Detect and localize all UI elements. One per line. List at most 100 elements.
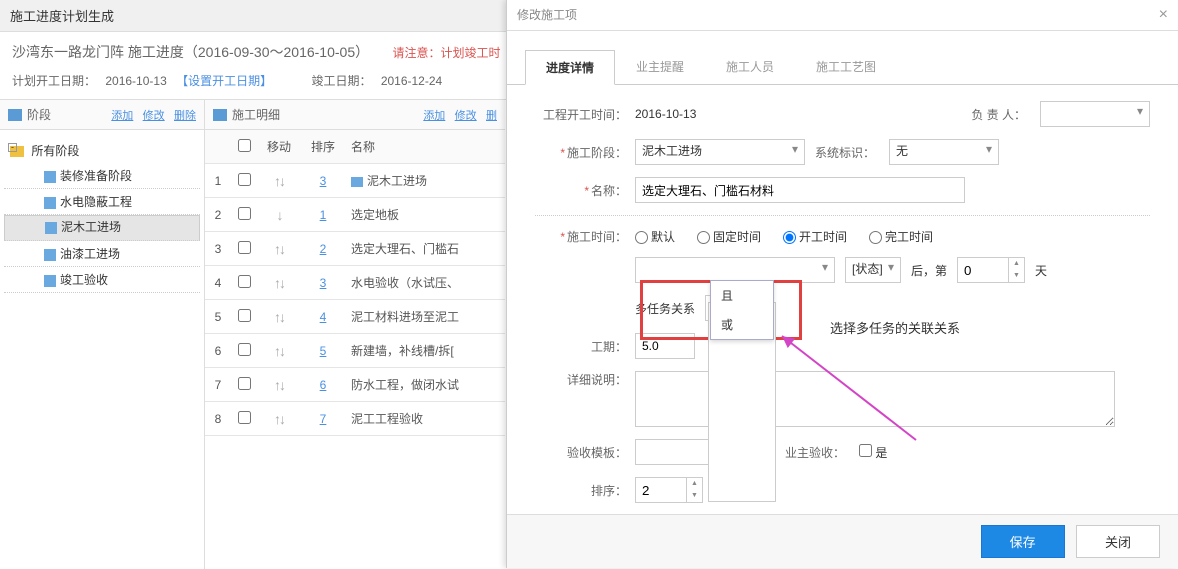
row-sort-link[interactable]: 1	[320, 208, 327, 222]
row-checkbox[interactable]	[238, 275, 251, 288]
move-arrows-icon[interactable]: ↓	[277, 207, 282, 223]
tab-owner-remind[interactable]: 业主提醒	[615, 49, 705, 84]
table-row[interactable]: 6↑↓5新建墙，补线槽/拆[	[205, 334, 505, 368]
row-checkbox[interactable]	[238, 241, 251, 254]
edit-dialog: 修改施工项 × 进度详情 业主提醒 施工人员 施工工艺图 工程开工时间： 201…	[506, 0, 1178, 568]
stage-icon	[45, 222, 57, 234]
row-checkbox[interactable]	[238, 173, 251, 186]
row-checkbox[interactable]	[238, 377, 251, 390]
multi-task-label: 多任务关系	[635, 300, 695, 317]
table-row[interactable]: 1 ↑↓ 3 泥木工进场	[205, 164, 505, 198]
row-sort-link[interactable]: 2	[320, 242, 327, 256]
step-down-icon[interactable]: ▼	[687, 490, 702, 502]
row-checkbox[interactable]	[238, 343, 251, 356]
owner-accept-checkbox[interactable]: 是	[859, 444, 887, 461]
time-opt-fixed[interactable]: 固定时间	[697, 228, 761, 245]
sysid-select[interactable]: 无▾	[889, 139, 999, 165]
move-arrows-icon[interactable]: ↑↓	[274, 377, 284, 393]
col-sort: 排序	[301, 130, 345, 164]
tree-root[interactable]: - 所有阶段	[4, 138, 200, 163]
select-all-checkbox[interactable]	[238, 139, 251, 152]
table-row[interactable]: 4↑↓3水电验收（水试压、	[205, 266, 505, 300]
detail-edit-link[interactable]: 修改	[455, 110, 477, 122]
row-index: 1	[205, 164, 231, 198]
stage-icon	[44, 275, 56, 287]
tree-item-label: 装修准备阶段	[60, 169, 132, 183]
tree-item[interactable]: 油漆工进场	[4, 241, 200, 267]
annotation-text: 选择多任务的关联关系	[830, 318, 960, 337]
dialog-form: 工程开工时间： 2016-10-13 负 责 人： ▾ *施工阶段： 泥木工进场…	[507, 85, 1178, 531]
detail-del-link[interactable]: 删	[486, 110, 497, 122]
row-sort-link[interactable]: 5	[320, 344, 327, 358]
tree-item[interactable]: 泥木工进场	[4, 215, 200, 241]
name-input[interactable]	[635, 177, 965, 203]
row-checkbox[interactable]	[238, 309, 251, 322]
row-sort-link[interactable]: 3	[320, 174, 327, 188]
move-arrows-icon[interactable]: ↑↓	[274, 343, 284, 359]
move-arrows-icon[interactable]: ↑↓	[274, 173, 284, 189]
dialog-close-icon[interactable]: ×	[1159, 6, 1168, 24]
close-button[interactable]: 关闭	[1076, 525, 1160, 558]
row-name: 泥木工进场	[345, 164, 505, 198]
row-sort-link[interactable]: 4	[320, 310, 327, 324]
row-sort-link[interactable]: 3	[320, 276, 327, 290]
tab-progress-detail[interactable]: 进度详情	[525, 50, 615, 85]
after-days-stepper[interactable]: ▲▼	[957, 257, 1025, 283]
sort-input[interactable]	[636, 478, 686, 502]
time-opt-end[interactable]: 完工时间	[869, 228, 933, 245]
duration-label: 工期：	[535, 338, 635, 355]
time-opt-default[interactable]: 默认	[635, 228, 675, 245]
tab-process-diagram[interactable]: 施工工艺图	[795, 49, 897, 84]
dropdown-option-or[interactable]: 或	[711, 310, 773, 339]
row-name: 泥工材料进场至泥工	[345, 300, 505, 334]
stage-del-link[interactable]: 删除	[174, 110, 196, 122]
owner-select[interactable]: ▾	[1040, 101, 1150, 127]
tree-item[interactable]: 装修准备阶段	[4, 163, 200, 189]
sort-stepper[interactable]: ▲▼	[635, 477, 703, 503]
table-row[interactable]: 2↓1选定地板	[205, 198, 505, 232]
after-days-input[interactable]	[958, 258, 1008, 282]
table-row[interactable]: 8↑↓7泥工工程验收	[205, 402, 505, 436]
multi-task-dropdown-popup: 且 或	[710, 280, 774, 340]
row-checkbox[interactable]	[238, 411, 251, 424]
duration-input[interactable]	[635, 333, 695, 359]
row-checkbox[interactable]	[238, 207, 251, 220]
row-sort-link[interactable]: 7	[320, 412, 327, 426]
time-label: *施工时间：	[535, 228, 635, 245]
step-up-icon[interactable]: ▲	[687, 478, 702, 490]
table-row[interactable]: 3↑↓2选定大理石、门槛石	[205, 232, 505, 266]
table-row[interactable]: 5 ↑↓ 4 泥工材料进场至泥工	[205, 300, 505, 334]
set-start-date-link[interactable]: 【设置开工日期】	[176, 74, 272, 88]
detail-grid: 移动 排序 名称 1↑↓3泥木工进场2↓1选定地板3↑↓2选定大理石、门槛石4↑…	[205, 130, 505, 436]
row-name: 水电验收（水试压、	[345, 266, 505, 300]
detail-add-link[interactable]: 添加	[423, 110, 445, 122]
row-index: 5	[205, 300, 231, 334]
day-label: 天	[1035, 262, 1047, 279]
row-sort-link[interactable]: 6	[320, 378, 327, 392]
dropdown-option-and[interactable]: 且	[711, 281, 773, 310]
move-arrows-icon[interactable]: ↑↓	[274, 241, 284, 257]
move-arrows-icon[interactable]: ↑↓	[274, 275, 284, 291]
table-row[interactable]: 7↑↓6防水工程，做闭水试	[205, 368, 505, 402]
desc-textarea[interactable]	[635, 371, 1115, 427]
warning-text: 请注意：计划竣工时	[392, 46, 500, 60]
row-index: 7	[205, 368, 231, 402]
save-button[interactable]: 保存	[981, 525, 1065, 558]
tree-item[interactable]: 竣工验收	[4, 267, 200, 293]
item-icon	[351, 177, 363, 187]
project-title: 沙湾东一路龙门阵 施工进度（2016-09-30～2016-10-05）	[12, 42, 369, 62]
state-select[interactable]: [状态]▾	[845, 257, 901, 283]
move-arrows-icon[interactable]: ↑↓	[274, 309, 284, 325]
step-down-icon[interactable]: ▼	[1009, 270, 1024, 282]
time-opt-start[interactable]: 开工时间	[783, 228, 847, 245]
tree-item[interactable]: 水电隐蔽工程	[4, 189, 200, 215]
collapse-icon[interactable]: -	[8, 143, 17, 152]
tab-workers[interactable]: 施工人员	[705, 49, 795, 84]
stage-edit-link[interactable]: 修改	[143, 110, 165, 122]
stage-select[interactable]: 泥木工进场▾	[635, 139, 805, 165]
stage-add-link[interactable]: 添加	[111, 110, 133, 122]
row-index: 8	[205, 402, 231, 436]
step-up-icon[interactable]: ▲	[1009, 258, 1024, 270]
row-name: 选定大理石、门槛石	[345, 232, 505, 266]
move-arrows-icon[interactable]: ↑↓	[274, 411, 284, 427]
